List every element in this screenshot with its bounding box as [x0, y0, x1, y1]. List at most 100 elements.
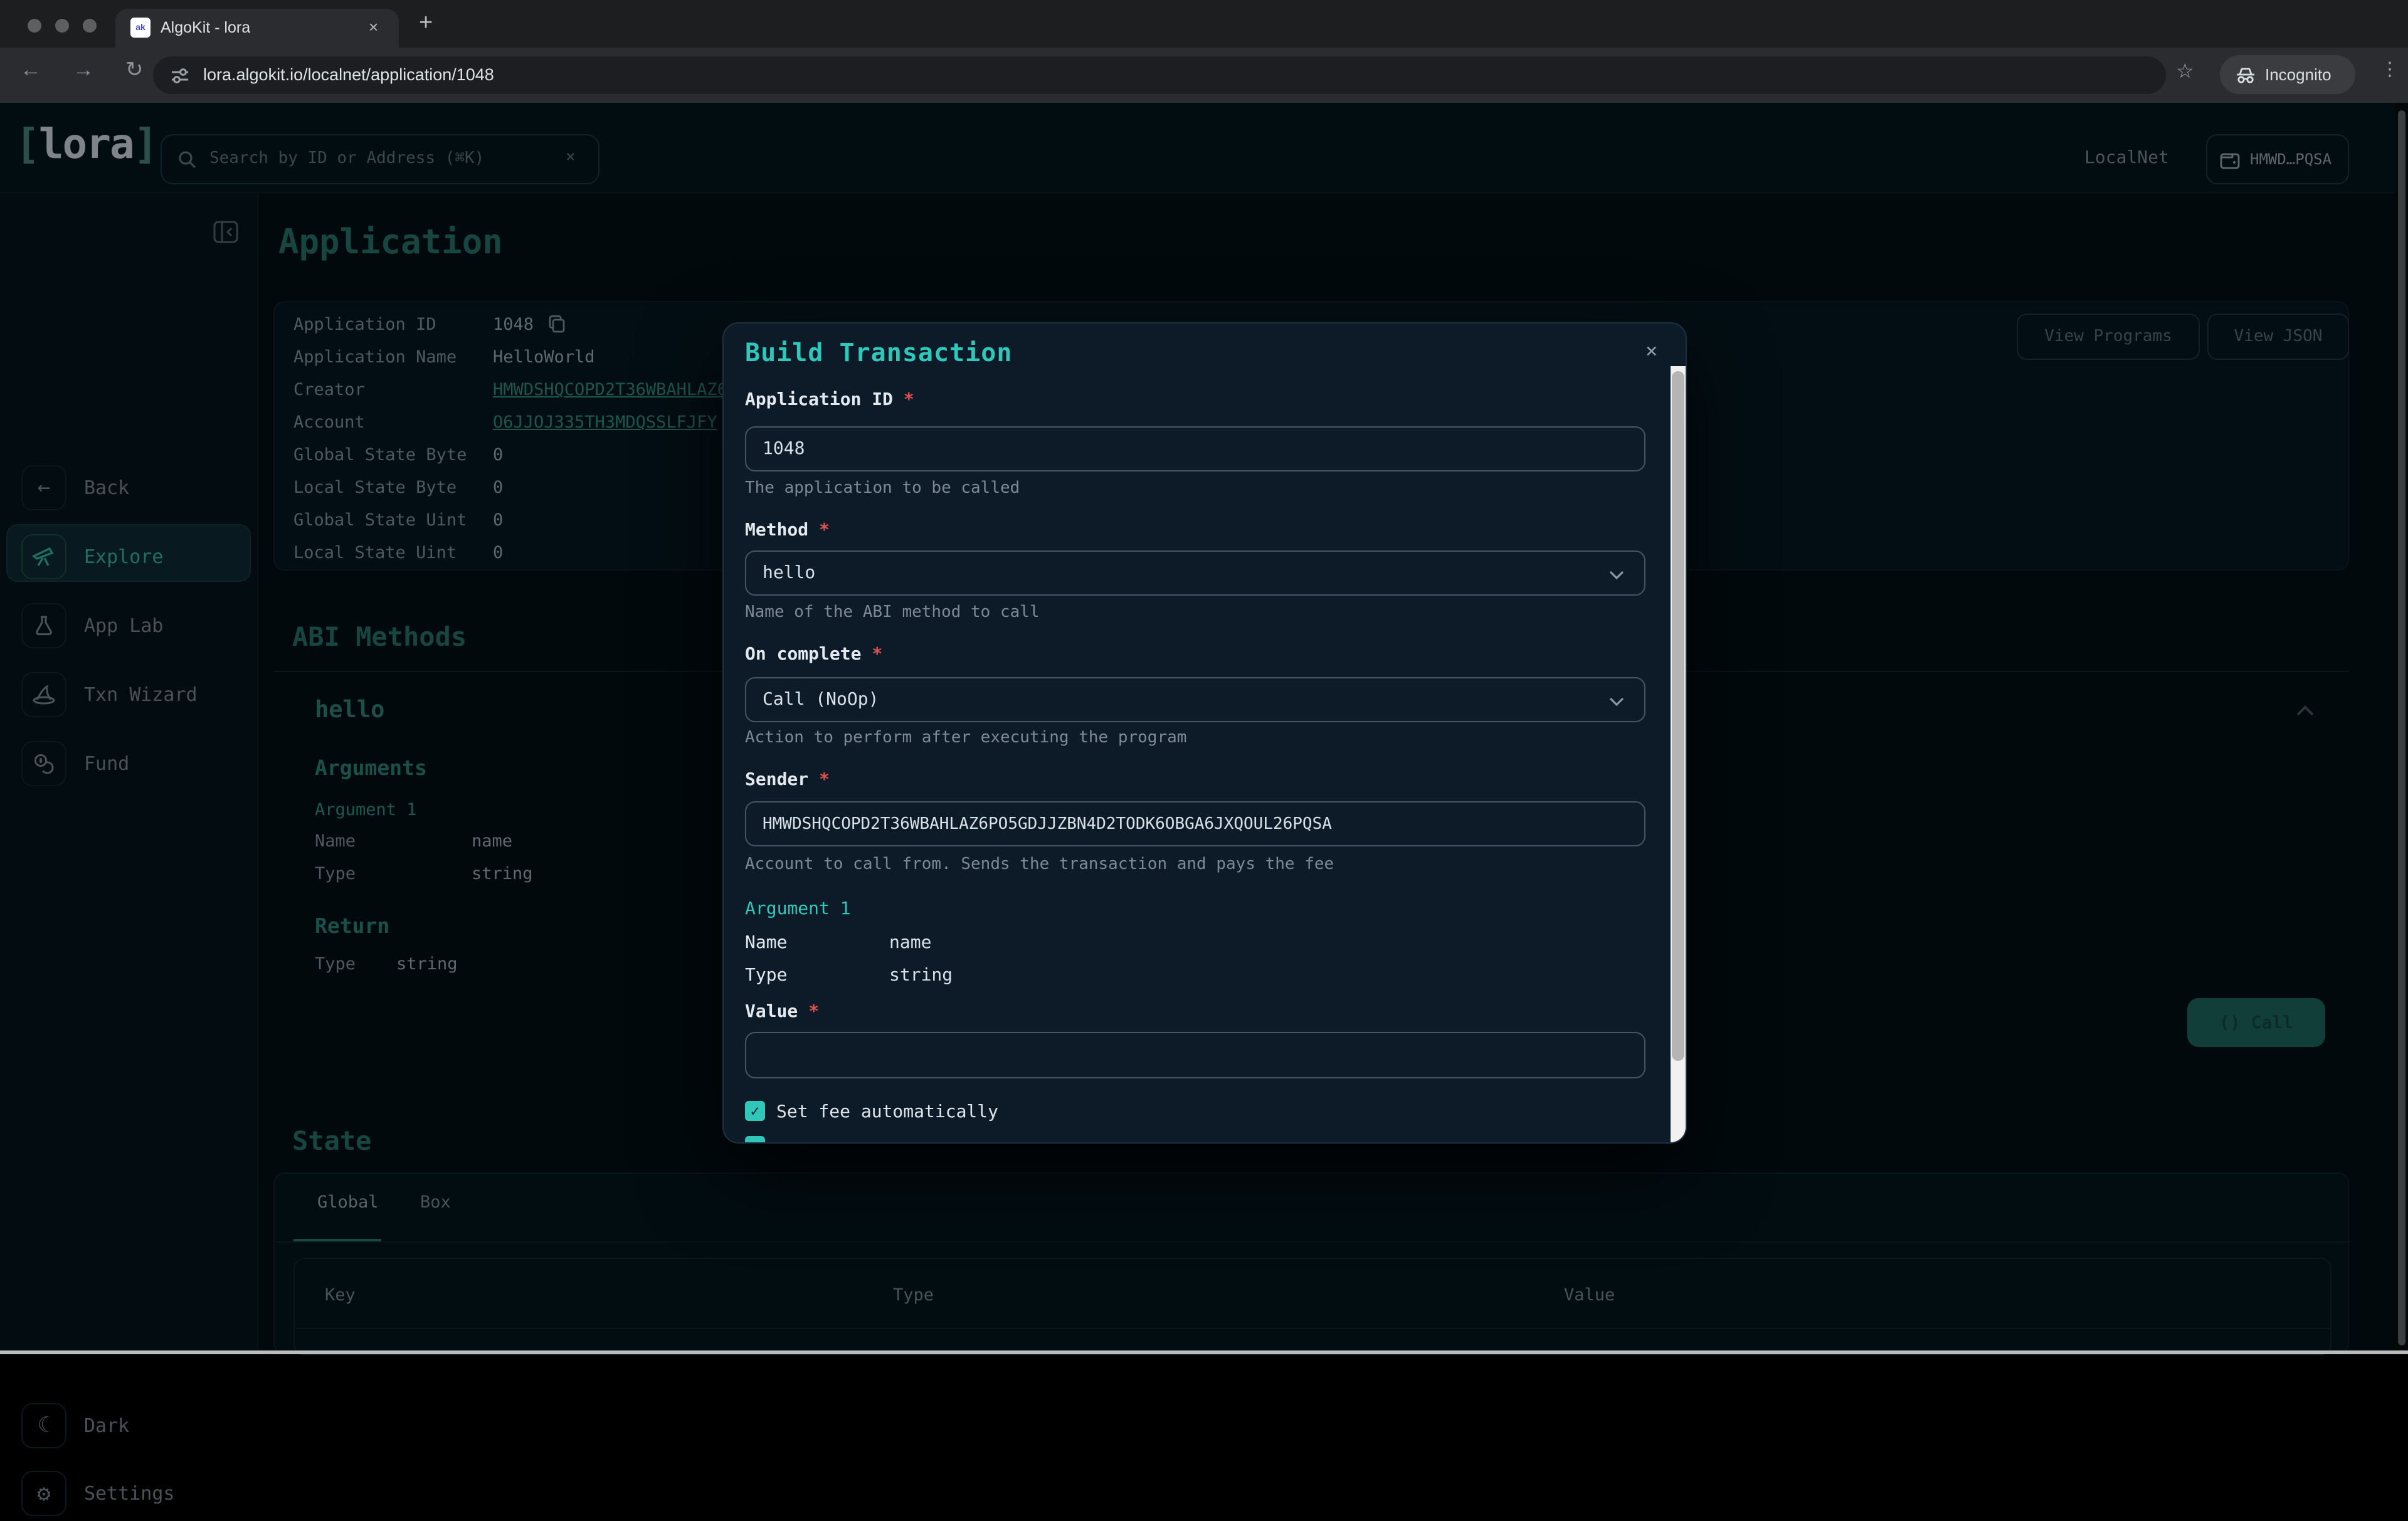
traffic-zoom-icon[interactable]: [83, 19, 97, 33]
sidebar-item-theme-toggle[interactable]: ☾ Dark: [0, 1398, 258, 1453]
method-helper: Name of the ABI method to call: [745, 603, 1040, 622]
reload-icon[interactable]: ↻: [125, 58, 144, 83]
next-checkbox-partial: [745, 1136, 765, 1144]
on-complete-helper: Action to perform after executing the pr…: [745, 729, 1186, 747]
sidebar-item-label: Back: [84, 476, 129, 499]
column-header-value: Value: [1564, 1285, 1615, 1305]
moon-icon: ☾: [21, 1403, 66, 1448]
wallet-icon: [2220, 150, 2241, 169]
traffic-minimize-icon[interactable]: [55, 19, 69, 33]
sidebar: ← Back Explore App Lab: [0, 193, 258, 1354]
divider: [295, 1328, 2330, 1329]
browser-toolbar: ← → ↻ lora.algokit.io/localnet/applicati…: [0, 48, 2408, 103]
incognito-badge: Incognito: [2220, 55, 2355, 94]
telescope-icon: [21, 534, 66, 579]
creator-address-link[interactable]: HMWDSHQCOPD2T36WBAHLAZ6PO5GDJJZBN4D2TODK…: [493, 380, 726, 400]
on-complete-select[interactable]: Call (NoOp): [745, 677, 1645, 722]
browser-menu-icon[interactable]: ⋮: [2380, 58, 2399, 80]
traffic-close-icon[interactable]: [28, 19, 41, 33]
incognito-label: Incognito: [2265, 65, 2331, 84]
abi-return-type-value: string: [396, 954, 458, 974]
sidebar-item-txn-wizard[interactable]: Txn Wizard: [0, 667, 258, 722]
url-text: lora.algokit.io/localnet/application/104…: [203, 65, 494, 84]
detail-label: Application Name: [293, 347, 457, 367]
sender-input[interactable]: [745, 801, 1645, 846]
application-id-input[interactable]: [745, 426, 1645, 471]
sender-helper: Account to call from. Sends the transact…: [745, 855, 1334, 874]
sidebar-item-app-lab[interactable]: App Lab: [0, 598, 258, 653]
call-button[interactable]: () Call: [2187, 998, 2325, 1047]
column-header-type: Type: [893, 1285, 934, 1305]
fee-checkbox[interactable]: ✓: [745, 1101, 765, 1121]
tab-close-icon[interactable]: ×: [369, 18, 378, 36]
screen: ak AlgoKit - lora × + ← → ↻ lora.algokit…: [0, 0, 2408, 1354]
state-title: State: [292, 1126, 371, 1156]
on-complete-select-value: Call (NoOp): [763, 690, 879, 710]
new-tab-button[interactable]: +: [419, 10, 433, 38]
detail-value: 1048: [493, 315, 534, 335]
wallet-address-label: HMWD…PQSA: [2250, 150, 2331, 168]
lora-logo[interactable]: [lora]: [15, 119, 157, 168]
view-programs-button[interactable]: View Programs: [2017, 313, 2200, 360]
page-title: Application: [278, 223, 503, 262]
abi-method-name[interactable]: hello: [315, 697, 384, 724]
sidebar-item-explore[interactable]: Explore: [0, 529, 258, 584]
tab-box[interactable]: Box: [420, 1192, 451, 1213]
detail-value: 0: [493, 445, 503, 465]
required-asterisk: *: [808, 1002, 819, 1022]
tab-favicon: ak: [130, 18, 150, 38]
logo-text: lora: [39, 119, 134, 168]
abi-argument-title: Argument 1: [315, 800, 417, 820]
bookmark-star-icon[interactable]: ☆: [2176, 59, 2194, 84]
chevron-up-icon[interactable]: [2295, 705, 2315, 717]
value-label: Value *: [745, 1002, 819, 1022]
state-table: Key Type Value: [293, 1258, 2331, 1355]
view-json-button[interactable]: View JSON: [2207, 313, 2349, 360]
detail-label: Global State Uint: [293, 510, 467, 530]
copy-icon[interactable]: [548, 315, 566, 334]
required-asterisk: *: [819, 770, 830, 790]
modal-scrollbar-thumb[interactable]: [1672, 371, 1684, 1061]
arrow-left-icon: ←: [21, 465, 66, 510]
required-asterisk: *: [872, 645, 882, 665]
abi-name-value: name: [472, 831, 512, 851]
argument-name-label: Name: [745, 933, 787, 953]
method-select[interactable]: hello: [745, 550, 1645, 596]
address-bar[interactable]: lora.algokit.io/localnet/application/104…: [153, 56, 2166, 94]
search-input[interactable]: Search by ID or Address (⌘K) ×: [161, 134, 599, 184]
sidebar-item-label: Settings: [84, 1482, 175, 1505]
sender-label: Sender *: [745, 770, 830, 790]
forward-icon[interactable]: →: [73, 58, 94, 83]
argument-title: Argument 1: [745, 899, 851, 919]
dialog-title: Build Transaction: [745, 337, 1012, 367]
account-address-link[interactable]: O6JJOJ335TH3MDQSSLFJFY: [493, 413, 726, 433]
browser-tab[interactable]: ak AlgoKit - lora ×: [115, 9, 399, 48]
abi-type-label: Type: [315, 864, 356, 884]
search-placeholder: Search by ID or Address (⌘K): [209, 149, 484, 168]
sidebar-item-settings[interactable]: ⚙ Settings: [0, 1466, 258, 1521]
tab-global[interactable]: Global: [317, 1192, 379, 1213]
window-bottom-edge: [0, 1350, 2408, 1354]
site-info-icon[interactable]: [171, 66, 189, 85]
back-icon[interactable]: ←: [20, 58, 41, 83]
sidebar-item-back[interactable]: ← Back: [0, 460, 258, 515]
search-clear-icon[interactable]: ×: [566, 148, 576, 167]
detail-label: Local State Uint: [293, 543, 457, 563]
wallet-button[interactable]: HMWD…PQSA: [2206, 134, 2349, 184]
detail-value: 0: [493, 510, 503, 530]
incognito-icon: [2235, 66, 2256, 83]
dialog-close-icon[interactable]: ×: [1645, 339, 1657, 362]
page-scrollbar-thumb[interactable]: [2398, 110, 2405, 1345]
application-id-label: Application ID *: [745, 390, 914, 410]
value-input[interactable]: [745, 1032, 1645, 1078]
sidebar-item-fund[interactable]: Fund: [0, 736, 258, 791]
chevron-down-icon: [1609, 697, 1624, 706]
sidebar-item-label: Dark: [84, 1414, 129, 1437]
sidebar-item-label: App Lab: [84, 614, 163, 637]
collapse-sidebar-icon[interactable]: [213, 221, 238, 243]
logo-bracket: ]: [134, 119, 157, 168]
network-selector[interactable]: LocalNet: [2084, 148, 2169, 168]
state-card: Global Box Key Type Value: [273, 1172, 2349, 1354]
tab-strip: ak AlgoKit - lora × +: [0, 0, 2408, 48]
method-label: Method *: [745, 520, 830, 540]
